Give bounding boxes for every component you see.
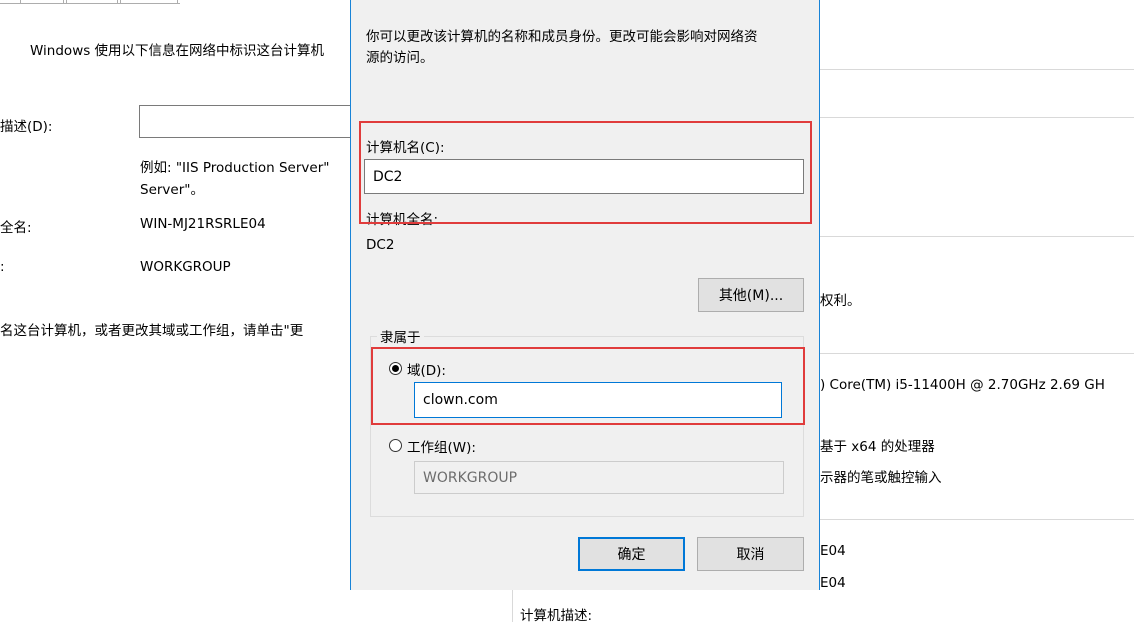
tab-item[interactable] — [120, 0, 178, 4]
full-computer-name-value: E04 — [820, 575, 846, 591]
panel-divider — [512, 590, 513, 622]
identification-intro: Windows 使用以下信息在网络中标识这台计算机 — [30, 43, 325, 59]
full-computer-name-value: DC2 — [366, 237, 395, 253]
computer-description-input[interactable] — [139, 105, 369, 138]
processor-value: ) Core(TM) i5-11400H @ 2.70GHz 2.69 GH — [820, 377, 1105, 393]
full-computer-name-label: 计算机全名: — [366, 212, 439, 228]
computer-name-input[interactable] — [364, 159, 804, 194]
dialog-intro: 你可以更改该计算机的名称和成员身份。更改可能会影响对网络资 — [366, 29, 758, 45]
domain-label[interactable]: 域(D): — [407, 359, 446, 379]
workgroup-label: : — [0, 259, 5, 275]
dialog-intro: 源的访问。 — [366, 50, 434, 66]
ok-button[interactable]: 确定 — [578, 537, 685, 571]
workgroup-value: WORKGROUP — [140, 259, 231, 275]
full-name-label: 全名: — [0, 220, 32, 236]
pen-touch-value: 示器的笔或触控输入 — [820, 470, 942, 486]
computer-name-dialog: 你可以更改该计算机的名称和成员身份。更改可能会影响对网络资 源的访问。 计算机名… — [350, 0, 820, 590]
computer-description-label: 计算机描述: — [520, 608, 593, 624]
rights-text: 权利。 — [820, 293, 861, 309]
workgroup-input[interactable] — [414, 461, 784, 494]
domain-radio[interactable] — [389, 362, 402, 375]
domain-input[interactable] — [414, 382, 782, 418]
computer-name-value: E04 — [820, 543, 846, 559]
system-type-value: 基于 x64 的处理器 — [820, 439, 935, 455]
description-example: Server"。 — [140, 182, 204, 198]
full-name-value: WIN-MJ21RSRLE04 — [140, 216, 266, 232]
description-example: 例如: "IIS Production Server" — [140, 160, 330, 176]
cancel-button[interactable]: 取消 — [697, 537, 804, 571]
more-button[interactable]: 其他(M)... — [698, 278, 804, 312]
tab-item[interactable] — [66, 0, 118, 4]
workgroup-label[interactable]: 工作组(W): — [407, 436, 476, 456]
tab-item[interactable] — [20, 0, 64, 4]
workgroup-radio[interactable] — [389, 439, 402, 452]
rename-hint: 名这台计算机，或者更改其域或工作组，请单击"更 — [0, 323, 304, 339]
member-of-label: 隶属于 — [377, 326, 424, 346]
computer-name-label: 计算机名(C): — [366, 140, 445, 156]
description-label: 描述(D): — [0, 119, 53, 135]
